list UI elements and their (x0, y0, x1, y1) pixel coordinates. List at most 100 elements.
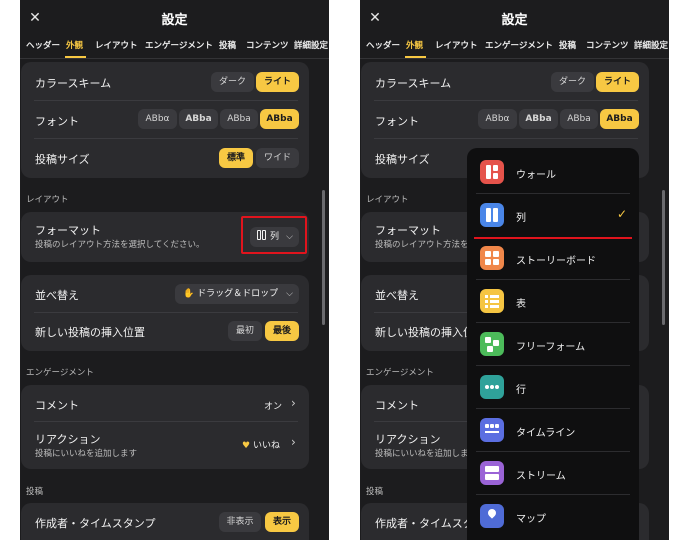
menu-item-stream[interactable]: ストリーム (467, 452, 639, 495)
heart-icon: ♥ (242, 441, 251, 451)
freeform-icon (480, 332, 504, 356)
stream-icon (480, 461, 504, 485)
menu-item-freeform[interactable]: フリーフォーム (467, 323, 639, 366)
settings-screen: ✕ 設定 ヘッダー 外観 レイアウト エンゲージメント 投稿 コンテンツ 詳細設… (20, 0, 329, 540)
color-scheme-light-option[interactable]: ライト (256, 72, 299, 92)
tab-bar: ヘッダー 外観 レイアウト エンゲージメント 投稿 コンテンツ 詳細設定 (360, 36, 669, 58)
color-scheme-light-option[interactable]: ライト (596, 72, 639, 92)
page-title: 設定 (161, 13, 188, 28)
post-size-standard-option[interactable]: 標準 (219, 148, 253, 168)
color-scheme-label: カラースキーム (35, 77, 112, 90)
author-timestamp-label: 作成者・タイムスタンプ (35, 517, 156, 530)
comments-value: オン (264, 402, 283, 412)
columns-icon (480, 203, 504, 227)
chevron-right-icon: › (291, 396, 296, 410)
font-option-2[interactable]: ABba (519, 109, 558, 129)
new-post-position-row: 新しい投稿の挿入位置 最初 最後 (21, 312, 309, 350)
menu-item-row[interactable]: 行 (467, 366, 639, 409)
sort-label: 並べ替え (375, 289, 419, 302)
tab-header[interactable]: ヘッダー (366, 39, 400, 51)
format-description: 投稿のレイアウト方法を選択してください。 (35, 240, 205, 250)
tab-appearance[interactable]: 外観 (406, 39, 423, 51)
section-title-layout: レイアウト (366, 195, 409, 205)
font-option-2[interactable]: ABba (179, 109, 218, 129)
menu-item-wall[interactable]: ウォール (467, 151, 639, 194)
color-scheme-row: カラースキーム ダーク ライト (361, 62, 649, 100)
menu-item-columns[interactable]: 列 ✓ (467, 194, 639, 239)
comments-row[interactable]: コメント オン › (21, 385, 309, 423)
reactions-description: 投稿にいいねを追加します (35, 449, 138, 459)
font-label: フォント (35, 115, 79, 128)
author-timestamp-show-option[interactable]: 表示 (265, 512, 299, 532)
sort-dropdown[interactable]: ✋ ドラッグ＆ドロップ ⌵ (175, 284, 299, 304)
author-timestamp-hide-option[interactable]: 非表示 (219, 512, 261, 532)
font-option-1[interactable]: ABbα (138, 109, 177, 129)
post-size-wide-option[interactable]: ワイド (256, 148, 299, 168)
tab-advanced[interactable]: 詳細設定 (634, 39, 668, 51)
tab-advanced[interactable]: 詳細設定 (294, 39, 328, 51)
color-scheme-dark-option[interactable]: ダーク (551, 72, 594, 92)
menu-item-table[interactable]: 表 (467, 280, 639, 323)
menu-item-storyboard[interactable]: ストーリーボード (467, 237, 639, 280)
row-icon (480, 375, 504, 399)
new-post-last-option[interactable]: 最後 (265, 321, 299, 341)
menu-item-label: タイムライン (516, 428, 576, 439)
tab-appearance[interactable]: 外観 (66, 39, 83, 51)
menu-item-timeline[interactable]: タイムライン (467, 409, 639, 452)
comments-label: コメント (375, 399, 419, 412)
sort-row: 並べ替え ✋ ドラッグ＆ドロップ ⌵ (21, 275, 309, 313)
hand-icon: ✋ (183, 289, 195, 299)
font-option-4[interactable]: ABba (600, 109, 639, 129)
font-option-3[interactable]: ABba (220, 109, 258, 129)
new-post-position-label: 新しい投稿の挿入位置 (375, 326, 469, 339)
tab-layout[interactable]: レイアウト (435, 39, 478, 51)
reactions-value-wrap: ♥ いいね (242, 438, 280, 451)
chevron-right-icon: › (291, 435, 296, 449)
section-title-posts: 投稿 (26, 487, 44, 497)
tab-layout[interactable]: レイアウト (95, 39, 138, 51)
page-title: 設定 (501, 13, 528, 28)
color-scheme-row: カラースキーム ダーク ライト (21, 62, 309, 100)
font-option-1[interactable]: ABbα (478, 109, 517, 129)
menu-item-label: フリーフォーム (516, 342, 586, 353)
menu-item-label: 行 (516, 385, 526, 396)
format-label: フォーマット (375, 224, 441, 237)
menu-item-map[interactable]: マップ (467, 495, 639, 538)
reactions-row[interactable]: リアクション 投稿にいいねを追加します ♥ いいね › (21, 421, 309, 469)
menu-item-label: 表 (516, 299, 526, 310)
tab-posts[interactable]: 投稿 (219, 39, 236, 51)
new-post-position-label: 新しい投稿の挿入位置 (35, 326, 145, 339)
tab-posts[interactable]: 投稿 (559, 39, 576, 51)
color-scheme-dark-option[interactable]: ダーク (211, 72, 254, 92)
font-row: フォント ABbα ABba ABba ABba (361, 100, 649, 138)
font-option-4[interactable]: ABba (260, 109, 299, 129)
header: ✕ 設定 (360, 0, 669, 36)
tab-content[interactable]: コンテンツ (246, 39, 289, 51)
reactions-label: リアクション (375, 433, 441, 446)
section-title-engagement: エンゲージメント (366, 368, 434, 378)
reactions-description: 投稿にいいねを追加します (375, 449, 469, 459)
font-row: フォント ABbα ABba ABba ABba (21, 100, 309, 138)
settings-screen-with-menu: ✕ 設定 ヘッダー 外観 レイアウト エンゲージメント 投稿 コンテンツ 詳細設… (360, 0, 669, 540)
tab-engagement[interactable]: エンゲージメント (485, 39, 553, 51)
font-option-3[interactable]: ABba (560, 109, 598, 129)
storyboard-icon (480, 246, 504, 270)
timeline-icon (480, 418, 504, 442)
scrollbar[interactable] (662, 190, 665, 325)
sort-value: ドラッグ＆ドロップ (197, 289, 279, 299)
checkmark-icon: ✓ (616, 207, 627, 221)
tab-header[interactable]: ヘッダー (26, 39, 60, 51)
tab-bar: ヘッダー 外観 レイアウト エンゲージメント 投稿 コンテンツ 詳細設定 (20, 36, 329, 58)
scrollbar[interactable] (322, 190, 325, 325)
table-icon (480, 289, 504, 313)
new-post-first-option[interactable]: 最初 (228, 321, 262, 341)
post-size-row: 投稿サイズ 標準 ワイド (21, 138, 309, 176)
posts-card: 作成者・タイムスタンプ 非表示 表示 (21, 503, 309, 540)
chevron-down-icon: ⌵ (286, 289, 293, 299)
divider (20, 58, 329, 59)
tab-engagement[interactable]: エンゲージメント (145, 39, 213, 51)
tab-content[interactable]: コンテンツ (586, 39, 629, 51)
menu-item-label: ストーリーボード (516, 256, 596, 267)
color-scheme-label: カラースキーム (375, 77, 452, 90)
author-timestamp-label: 作成者・タイムスタンプ (375, 517, 469, 530)
